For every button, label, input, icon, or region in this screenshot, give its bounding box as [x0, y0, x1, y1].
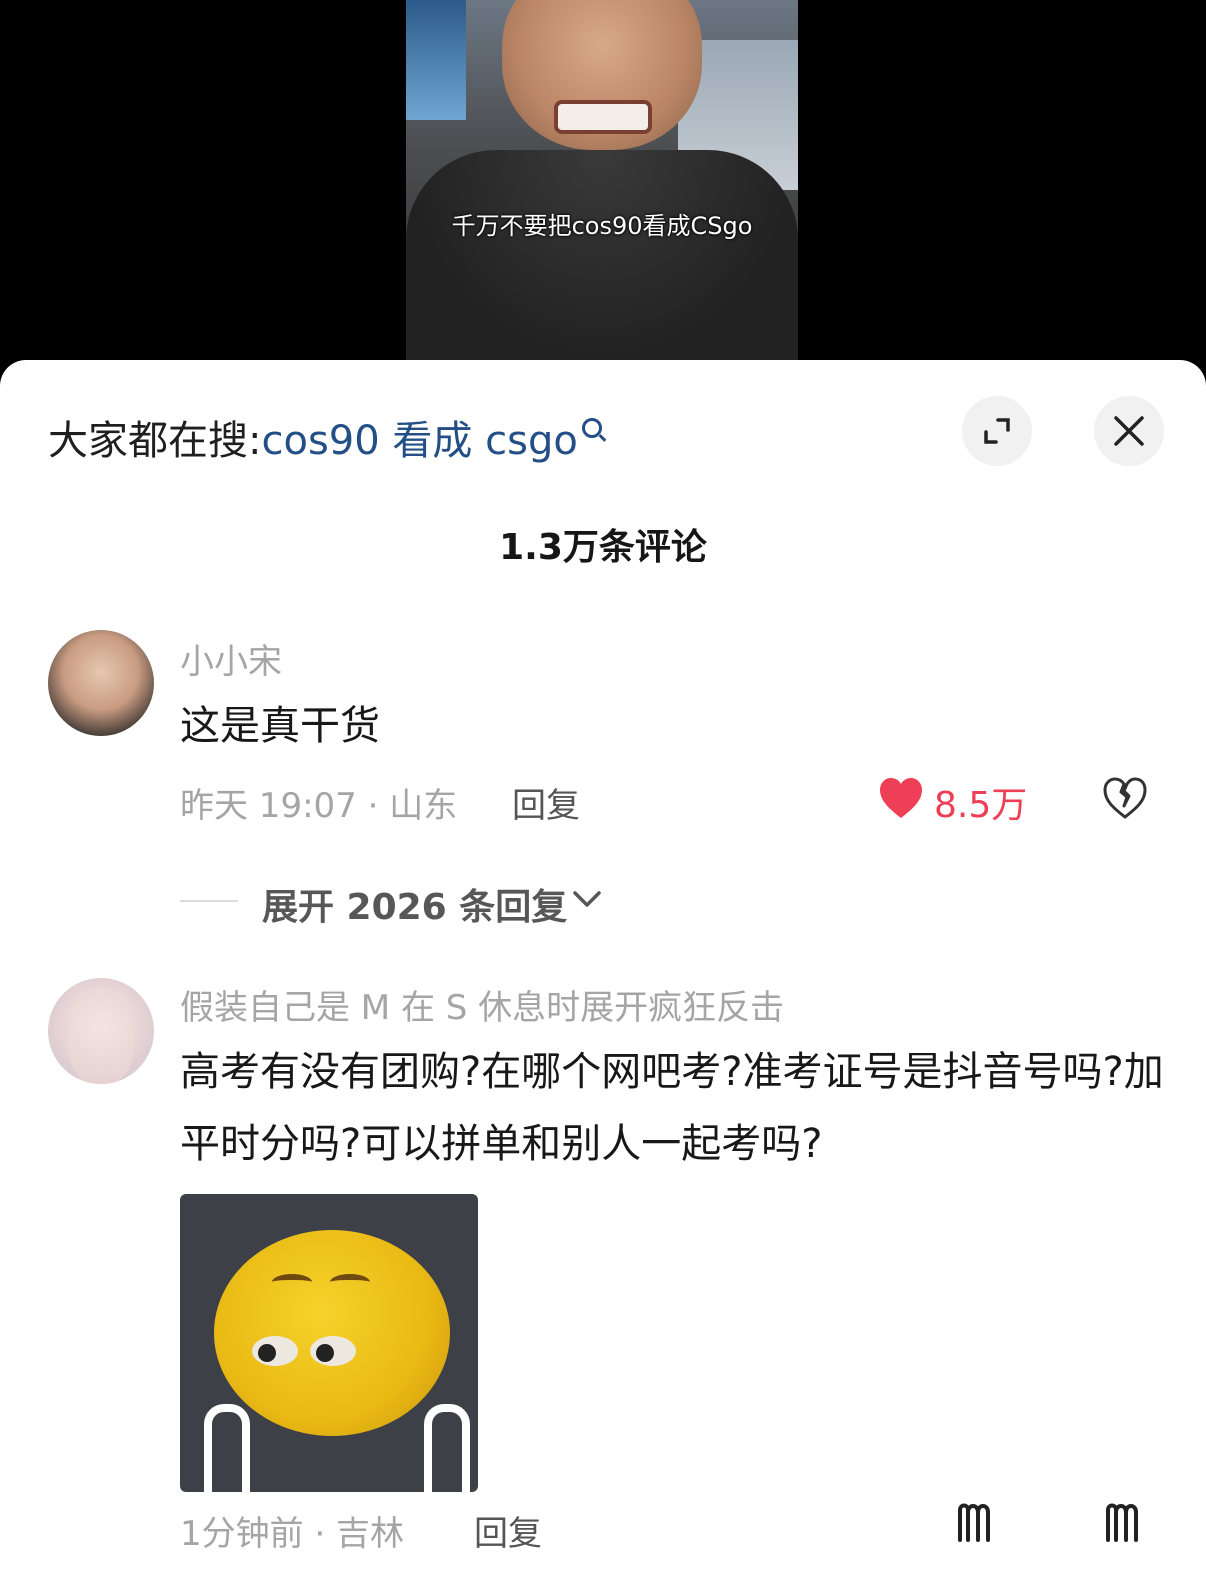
comment-username[interactable]: 小小宋	[180, 634, 282, 683]
comment-text: 这是真干货	[180, 703, 380, 749]
video-frame	[406, 0, 798, 360]
dislike-outline-icon[interactable]	[1104, 1500, 1148, 1544]
emoji-brow	[272, 1274, 312, 1290]
person-mouth	[554, 100, 652, 134]
broken-heart-icon[interactable]	[1102, 776, 1148, 820]
search-icon	[581, 418, 602, 438]
emoji-brow	[330, 1274, 370, 1290]
comment-count-title: 1.3万条评论	[499, 527, 707, 568]
emoji-hand	[204, 1404, 250, 1492]
emoji-face	[214, 1230, 450, 1436]
close-button[interactable]	[1094, 396, 1164, 466]
reply-button[interactable]: 回复	[512, 778, 580, 827]
heart-icon[interactable]	[878, 776, 924, 820]
like-outline-icon[interactable]	[956, 1500, 1000, 1544]
close-icon	[1114, 416, 1144, 446]
avatar[interactable]	[48, 978, 154, 1084]
search-suggestion[interactable]: 大家都在搜:cos90 看成 csgo	[48, 408, 602, 466]
comment-time-location: 昨天 19:07 · 山东	[180, 786, 458, 826]
comment-time-location: 1分钟前 · 吉林	[180, 1514, 405, 1554]
avatar-face	[68, 988, 134, 1084]
emoji-pupil	[316, 1344, 334, 1362]
comment-sheet: 大家都在搜:cos90 看成 csgo 1.3万条评论 小小宋 这是真干货 昨天…	[0, 360, 1206, 1575]
expand-icon	[984, 418, 1010, 444]
reply-button[interactable]: 回复	[474, 1506, 542, 1555]
like-count: 8.5万	[934, 785, 1028, 826]
comment-text: 高考有没有团购?在哪个网吧考?准考证号是抖音号吗?加平时分吗?可以拼单和别人一起…	[180, 1049, 1164, 1167]
expand-button[interactable]	[962, 396, 1032, 466]
divider	[180, 900, 238, 902]
sticker-image[interactable]	[180, 1194, 478, 1492]
video-caption: 千万不要把cos90看成CSgo	[451, 212, 753, 240]
search-prefix: 大家都在搜:	[48, 418, 262, 464]
expand-replies-button[interactable]: 展开 2026 条回复	[262, 878, 567, 930]
emoji-pupil	[258, 1344, 276, 1362]
person-shirt	[406, 150, 798, 360]
background-shelf	[406, 0, 466, 120]
search-keyword[interactable]: cos90 看成 csgo	[261, 418, 577, 464]
emoji-hand	[424, 1404, 470, 1492]
video-player[interactable]: 千万不要把cos90看成CSgo	[0, 0, 1206, 380]
chevron-down-icon	[573, 891, 601, 907]
comment-username[interactable]: 假装自己是 M 在 S 休息时展开疯狂反击	[180, 980, 784, 1029]
avatar[interactable]	[48, 630, 154, 736]
